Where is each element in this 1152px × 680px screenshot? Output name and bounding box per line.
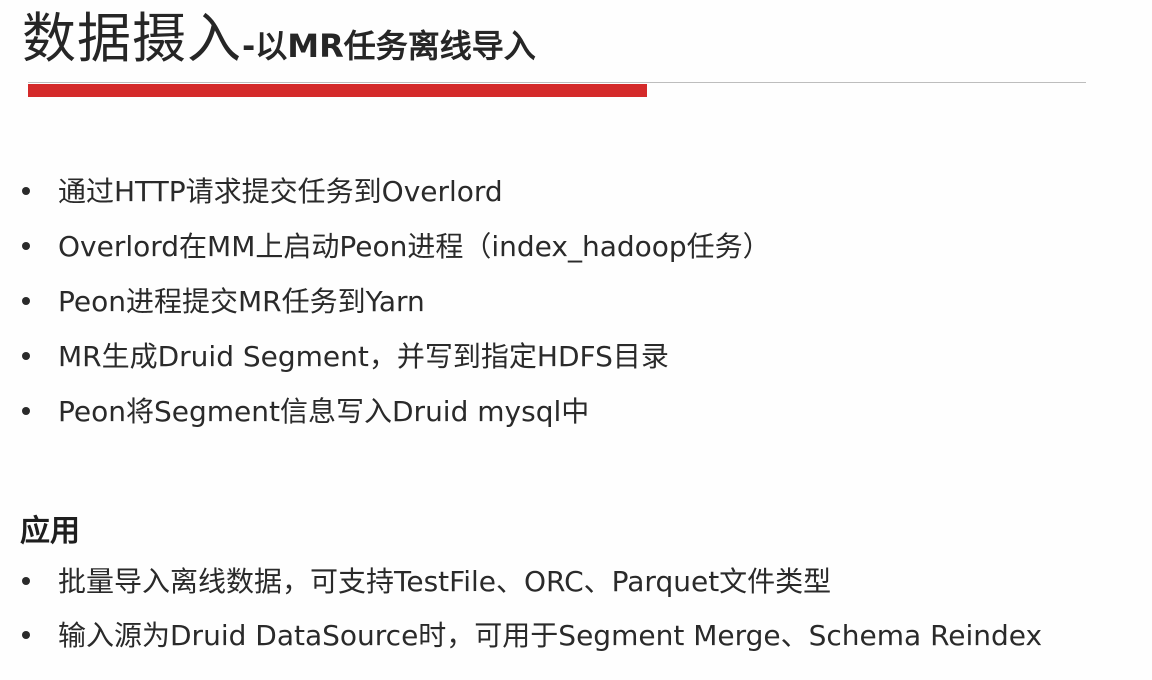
section-heading: 应用 [20, 514, 80, 549]
list-item-text: 输入源为Druid DataSource时，可用于Segment Merge、S… [58, 619, 1043, 652]
bullet-dot-icon [22, 577, 30, 585]
list-item-text: Peon将Segment信息写入Druid mysql中 [58, 395, 590, 428]
list-item-text: 通过HTTP请求提交任务到Overlord [58, 175, 503, 208]
slide: 数据摄入-以MR任务离线导入 通过HTTP请求提交任务到Overlord Ove… [0, 0, 1152, 680]
list-item-text: MR生成Druid Segment，并写到指定HDFS目录 [58, 340, 669, 373]
slide-title: 数据摄入-以MR任务离线导入 [22, 0, 536, 73]
bullet-dot-icon [22, 242, 30, 250]
bullet-dot-icon [22, 352, 30, 360]
title-accent-bar [28, 84, 647, 97]
slide-title-main: 数据摄入 [22, 7, 242, 70]
bullet-dot-icon [22, 297, 30, 305]
list-item-text: 批量导入离线数据，可支持TestFile、ORC、Parquet文件类型 [58, 565, 832, 598]
title-divider-line [28, 82, 1086, 83]
bullet-dot-icon [22, 407, 30, 415]
bullet-dot-icon [22, 187, 30, 195]
list-item-text: Peon进程提交MR任务到Yarn [58, 285, 425, 318]
bullet-dot-icon [22, 631, 30, 639]
list-item-text: Overlord在MM上启动Peon进程（index_hadoop任务） [58, 230, 771, 263]
slide-title-sub: -以MR任务离线导入 [242, 27, 536, 65]
